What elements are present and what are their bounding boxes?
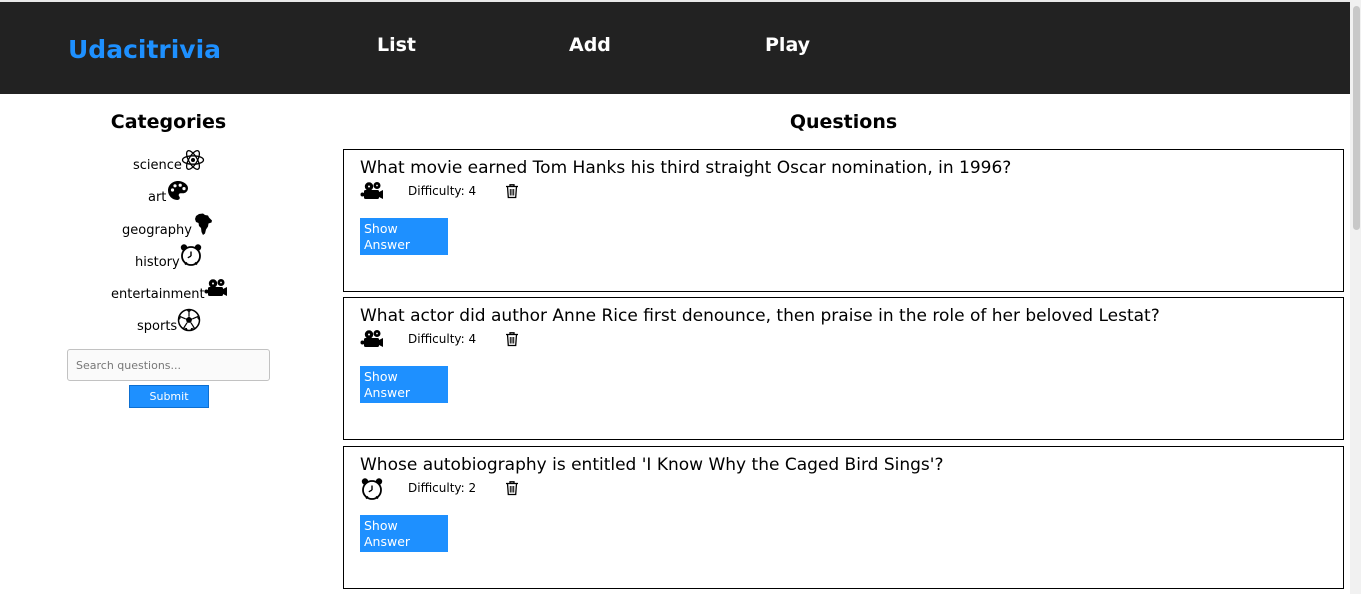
atom-icon bbox=[181, 148, 205, 172]
categories-sidebar: Categories science art geography history… bbox=[0, 94, 340, 594]
difficulty-label: Difficulty: 4 bbox=[408, 184, 477, 198]
soccer-ball-icon bbox=[177, 308, 201, 332]
top-navbar: Udacitrivia List Add Play bbox=[0, 2, 1350, 94]
scrollbar-thumb[interactable] bbox=[1353, 6, 1360, 230]
alarm-clock-icon bbox=[360, 477, 384, 501]
question-text: What actor did author Anne Rice first de… bbox=[360, 306, 1160, 326]
question-card: Whose autobiography is entitled 'I Know … bbox=[343, 446, 1344, 589]
submit-button[interactable]: Submit bbox=[129, 385, 209, 408]
nav-add[interactable]: Add bbox=[569, 33, 611, 57]
show-answer-button[interactable]: Show Answer bbox=[360, 515, 448, 552]
category-art[interactable]: art bbox=[148, 190, 166, 206]
alarm-clock-icon bbox=[179, 243, 203, 267]
nav-play[interactable]: Play bbox=[765, 33, 810, 57]
show-answer-button[interactable]: Show Answer bbox=[360, 366, 448, 403]
search-input[interactable] bbox=[67, 349, 270, 381]
category-label: geography bbox=[122, 223, 192, 238]
category-label: entertainment bbox=[111, 287, 205, 302]
categories-title: Categories bbox=[110, 111, 227, 133]
category-label: history bbox=[135, 255, 180, 270]
category-history[interactable]: history bbox=[135, 255, 180, 271]
film-projector-icon bbox=[360, 180, 384, 204]
question-text: What movie earned Tom Hanks his third st… bbox=[360, 158, 1012, 178]
trash-icon[interactable] bbox=[505, 331, 519, 347]
category-label: science bbox=[133, 158, 182, 173]
question-card: What actor did author Anne Rice first de… bbox=[343, 297, 1344, 440]
nav-list[interactable]: List bbox=[377, 33, 416, 57]
category-geography[interactable]: geography bbox=[122, 223, 192, 239]
question-text: Whose autobiography is entitled 'I Know … bbox=[360, 455, 944, 475]
category-label: sports bbox=[137, 319, 178, 334]
question-card: What movie earned Tom Hanks his third st… bbox=[343, 149, 1344, 292]
difficulty-label: Difficulty: 4 bbox=[408, 332, 477, 346]
questions-title: Questions bbox=[789, 111, 898, 133]
film-projector-icon bbox=[204, 277, 228, 301]
category-label: art bbox=[148, 190, 167, 205]
film-projector-icon bbox=[360, 328, 384, 352]
category-entertainment[interactable]: entertainment bbox=[111, 287, 205, 303]
trash-icon[interactable] bbox=[505, 480, 519, 496]
difficulty-label: Difficulty: 2 bbox=[408, 481, 477, 495]
show-answer-button[interactable]: Show Answer bbox=[360, 218, 448, 255]
category-science[interactable]: science bbox=[133, 158, 182, 174]
brand-logo[interactable]: Udacitrivia bbox=[68, 35, 221, 65]
palette-icon bbox=[166, 179, 190, 203]
trash-icon[interactable] bbox=[505, 183, 519, 199]
category-sports[interactable]: sports bbox=[137, 319, 177, 335]
africa-map-icon bbox=[192, 212, 216, 236]
